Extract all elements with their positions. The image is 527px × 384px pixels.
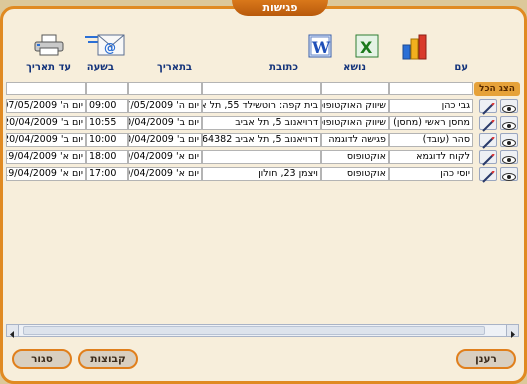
edit-icon[interactable] (479, 99, 497, 115)
cell-with: גבי כהן (389, 99, 473, 113)
scroll-thumb[interactable] (23, 326, 485, 335)
cell-with: לקוח לדוגמא (389, 150, 473, 164)
edit-icon[interactable] (479, 167, 497, 183)
cell-until-date: יום ה' 07/05/2009 (6, 99, 86, 113)
cell-time: 10:55 (86, 116, 128, 130)
svg-text:X: X (360, 38, 373, 57)
cell-address (202, 150, 321, 164)
cell-subject: שיווק האוקטופוס (321, 116, 389, 130)
window-title: פגישות (232, 0, 328, 16)
filter-subject[interactable] (321, 82, 389, 95)
cell-date: יום א' 19/04/2009 (128, 150, 202, 164)
scroll-right-button[interactable] (506, 324, 519, 338)
svg-text:W: W (311, 38, 331, 57)
filter-time[interactable] (86, 82, 128, 95)
filter-address[interactable] (202, 82, 321, 95)
view-icon[interactable] (500, 150, 518, 164)
excel-icon: X (355, 34, 379, 58)
print-button[interactable] (33, 34, 65, 56)
meetings-table: עם נושא כתובת בתאריך בשעה עד תאריך הצג ה… (6, 62, 520, 324)
cell-with: יוסי כהן (389, 167, 473, 181)
svg-text:@: @ (104, 41, 116, 55)
export-word-button[interactable]: W (308, 34, 332, 58)
column-header-address[interactable]: כתובת (269, 62, 298, 76)
edit-icon[interactable] (479, 133, 497, 149)
table-row[interactable]: מחסן ראשי (מחסן) שיווק האוקטופוס דרויאנו… (6, 116, 520, 132)
cell-until-date: יום ב' 20/04/2009 (6, 116, 86, 130)
cell-with: מחסן ראשי (מחסן) (389, 116, 473, 130)
cell-time: 18:00 (86, 150, 128, 164)
column-header-until-date[interactable]: עד תאריך (26, 62, 71, 76)
cell-subject: פגישה לדוגמה (321, 133, 389, 147)
cell-until-date: יום א' 19/04/2009 (6, 150, 86, 164)
view-icon[interactable] (500, 167, 518, 181)
cell-time: 10:00 (86, 133, 128, 147)
edit-icon[interactable] (479, 150, 497, 166)
column-header-subject[interactable]: נושא (343, 62, 366, 76)
table-row[interactable]: לקוח לדוגמא אוקטופוס יום א' 19/04/2009 1… (6, 150, 520, 166)
chart-icon (402, 34, 427, 60)
word-icon: W (308, 34, 332, 58)
cell-address: ויצמן 23, חולון (202, 167, 321, 181)
email-button[interactable]: @ (84, 33, 126, 57)
export-excel-button[interactable]: X (355, 34, 379, 58)
column-header-time[interactable]: בשעה (87, 62, 114, 76)
cell-address: בית קפה: רוטשילד 55, תל אביב (202, 99, 321, 113)
table-row[interactable]: סהר (עובד) פגישה לדוגמה דרויאנוב 5, תל א… (6, 133, 520, 149)
cell-with: סהר (עובד) (389, 133, 473, 147)
filter-until-date[interactable] (6, 82, 86, 95)
table-row[interactable]: יוסי כהן אוקטופוס ויצמן 23, חולון יום א'… (6, 167, 520, 183)
column-header-with[interactable]: עם (454, 62, 468, 76)
cell-subject: אוקטופוס (321, 150, 389, 164)
cell-time: 09:00 (86, 99, 128, 113)
table-row[interactable]: גבי כהן שיווק האוקטופוס בית קפה: רוטשילד… (6, 99, 520, 115)
cell-subject: אוקטופוס (321, 167, 389, 181)
chart-button[interactable] (400, 33, 430, 61)
cell-time: 17:00 (86, 167, 128, 181)
filter-date[interactable] (128, 82, 202, 95)
cell-date: יום ה' 07/05/2009 (128, 99, 202, 113)
view-icon[interactable] (500, 99, 518, 113)
cell-date: יום ב' 20/04/2009 (128, 133, 202, 147)
column-header-date[interactable]: בתאריך (157, 62, 192, 76)
view-icon[interactable] (500, 116, 518, 130)
cell-date: יום ב' 20/04/2009 (128, 116, 202, 130)
show-all-button[interactable]: הצג הכל (474, 82, 520, 96)
cell-address: דרויאנוב 5, תל אביב 64382 (202, 133, 321, 147)
cell-address: דרויאנוב 5, תל אביב (202, 116, 321, 130)
refresh-button[interactable]: רענן (456, 349, 516, 369)
horizontal-scrollbar[interactable] (6, 324, 519, 338)
groups-button[interactable]: קבוצות (78, 349, 138, 369)
filter-with[interactable] (389, 82, 473, 95)
cell-until-date: יום ב' 20/04/2009 (6, 133, 86, 147)
cell-until-date: יום א' 19/04/2009 (6, 167, 86, 181)
cell-date: יום א' 19/04/2009 (128, 167, 202, 181)
cell-subject: שיווק האוקטופוס (321, 99, 389, 113)
edit-icon[interactable] (479, 116, 497, 132)
printer-icon (34, 34, 64, 56)
close-button[interactable]: סגור (12, 349, 72, 369)
view-icon[interactable] (500, 133, 518, 147)
email-icon: @ (85, 34, 125, 56)
scroll-left-button[interactable] (6, 324, 19, 338)
